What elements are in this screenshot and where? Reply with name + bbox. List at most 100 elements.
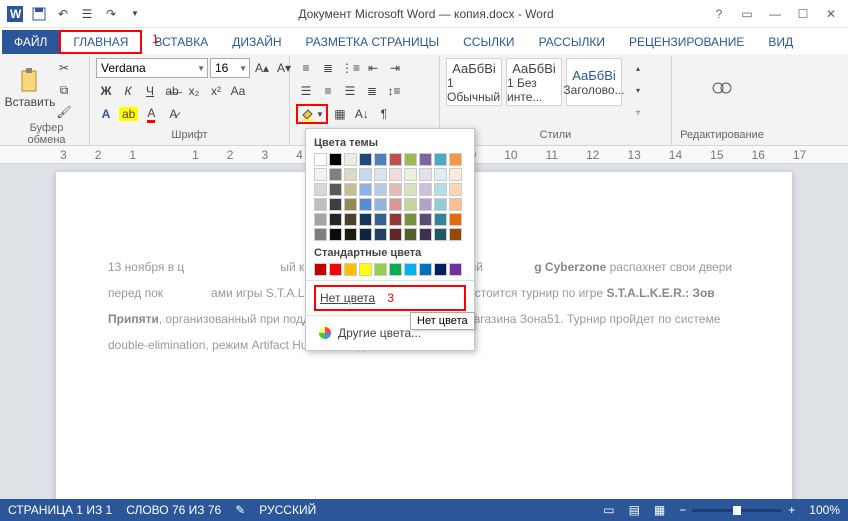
color-swatch[interactable] bbox=[434, 153, 447, 166]
tab-file[interactable]: ФАЙЛ bbox=[2, 30, 59, 54]
color-swatch[interactable] bbox=[449, 168, 462, 181]
color-swatch[interactable] bbox=[359, 168, 372, 181]
color-swatch[interactable] bbox=[419, 263, 432, 276]
copy-icon[interactable]: ⧉ bbox=[54, 80, 74, 100]
status-words[interactable]: СЛОВО 76 ИЗ 76 bbox=[126, 503, 221, 517]
color-swatch[interactable] bbox=[344, 168, 357, 181]
color-swatch[interactable] bbox=[389, 168, 402, 181]
color-swatch[interactable] bbox=[449, 153, 462, 166]
highlight-icon[interactable]: ab bbox=[118, 104, 139, 124]
help-icon[interactable]: ? bbox=[706, 4, 732, 24]
view-web-icon[interactable]: ▦ bbox=[654, 503, 665, 517]
color-swatch[interactable] bbox=[434, 213, 447, 226]
style-heading[interactable]: АаБбВіЗаголово... bbox=[566, 58, 622, 106]
shading-button[interactable]: ▼ bbox=[296, 104, 328, 124]
color-swatch[interactable] bbox=[344, 183, 357, 196]
styles-expand-icon[interactable]: ▿ bbox=[628, 102, 648, 122]
color-swatch[interactable] bbox=[419, 153, 432, 166]
font-color-icon[interactable]: A bbox=[141, 104, 161, 124]
numbering-icon[interactable]: ≣ bbox=[318, 58, 338, 78]
color-swatch[interactable] bbox=[389, 263, 402, 276]
close-icon[interactable]: ✕ bbox=[818, 4, 844, 24]
color-swatch[interactable] bbox=[404, 183, 417, 196]
touch-mode-icon[interactable]: ☰ bbox=[76, 3, 98, 25]
align-left-icon[interactable]: ☰ bbox=[296, 81, 316, 101]
color-swatch[interactable] bbox=[359, 228, 372, 241]
minimize-icon[interactable]: — bbox=[762, 4, 788, 24]
no-color-item[interactable]: Нет цвета 3 bbox=[314, 285, 466, 311]
bold-button[interactable]: Ж bbox=[96, 81, 116, 101]
color-swatch[interactable] bbox=[434, 183, 447, 196]
tab-layout[interactable]: РАЗМЕТКА СТРАНИЦЫ bbox=[294, 30, 452, 54]
color-swatch[interactable] bbox=[359, 198, 372, 211]
tab-review[interactable]: РЕЦЕНЗИРОВАНИЕ bbox=[617, 30, 756, 54]
zoom-value[interactable]: 100% bbox=[809, 503, 840, 517]
font-size-combo[interactable]: 16▼ bbox=[210, 58, 250, 78]
color-swatch[interactable] bbox=[359, 153, 372, 166]
color-swatch[interactable] bbox=[389, 198, 402, 211]
status-page[interactable]: СТРАНИЦА 1 ИЗ 1 bbox=[8, 503, 112, 517]
color-swatch[interactable] bbox=[404, 198, 417, 211]
color-swatch[interactable] bbox=[374, 153, 387, 166]
zoom-slider[interactable]: − + bbox=[679, 503, 795, 517]
italic-button[interactable]: К bbox=[118, 81, 138, 101]
color-swatch[interactable] bbox=[344, 228, 357, 241]
color-swatch[interactable] bbox=[329, 228, 342, 241]
sort-icon[interactable]: A↓ bbox=[352, 104, 372, 124]
tab-mailings[interactable]: РАССЫЛКИ bbox=[527, 30, 617, 54]
color-swatch[interactable] bbox=[389, 183, 402, 196]
save-icon[interactable] bbox=[28, 3, 50, 25]
font-family-combo[interactable]: Verdana▼ bbox=[96, 58, 208, 78]
format-painter-icon[interactable]: 🖌 bbox=[54, 102, 74, 122]
color-swatch[interactable] bbox=[374, 213, 387, 226]
color-swatch[interactable] bbox=[419, 213, 432, 226]
color-swatch[interactable] bbox=[329, 213, 342, 226]
underline-button[interactable]: Ч bbox=[140, 81, 160, 101]
color-swatch[interactable] bbox=[389, 213, 402, 226]
justify-icon[interactable]: ≣ bbox=[362, 81, 382, 101]
color-swatch[interactable] bbox=[329, 263, 342, 276]
line-spacing-icon[interactable]: ↕≡ bbox=[384, 81, 404, 101]
color-swatch[interactable] bbox=[344, 263, 357, 276]
color-swatch[interactable] bbox=[449, 213, 462, 226]
color-swatch[interactable] bbox=[359, 183, 372, 196]
style-normal[interactable]: АаБбВі1 Обычный bbox=[446, 58, 502, 106]
color-swatch[interactable] bbox=[344, 213, 357, 226]
paste-button[interactable]: Вставить bbox=[10, 58, 50, 118]
color-swatch[interactable] bbox=[359, 263, 372, 276]
show-marks-icon[interactable]: ¶ bbox=[374, 104, 394, 124]
styles-up-icon[interactable]: ▴ bbox=[628, 58, 648, 78]
color-swatch[interactable] bbox=[329, 183, 342, 196]
strikethrough-icon[interactable]: a̶b̶ bbox=[162, 81, 182, 101]
color-swatch[interactable] bbox=[419, 228, 432, 241]
color-swatch[interactable] bbox=[374, 168, 387, 181]
superscript-icon[interactable]: x² bbox=[206, 81, 226, 101]
color-swatch[interactable] bbox=[329, 168, 342, 181]
color-swatch[interactable] bbox=[404, 153, 417, 166]
grow-font-icon[interactable]: A▴ bbox=[252, 58, 272, 78]
multilevel-icon[interactable]: ⋮≡ bbox=[340, 58, 361, 78]
tab-home[interactable]: ГЛАВНАЯ bbox=[59, 30, 142, 54]
color-swatch[interactable] bbox=[344, 198, 357, 211]
borders-icon[interactable]: ▦ bbox=[330, 104, 350, 124]
change-case-icon[interactable]: Aa bbox=[228, 81, 248, 101]
status-proofing-icon[interactable]: ✎ bbox=[235, 503, 245, 517]
color-swatch[interactable] bbox=[329, 153, 342, 166]
bullets-icon[interactable]: ≡ bbox=[296, 58, 316, 78]
status-language[interactable]: РУССКИЙ bbox=[259, 503, 316, 517]
cut-icon[interactable]: ✂ bbox=[54, 58, 74, 78]
color-swatch[interactable] bbox=[359, 213, 372, 226]
color-swatch[interactable] bbox=[404, 228, 417, 241]
tab-view[interactable]: ВИД bbox=[756, 30, 805, 54]
color-swatch[interactable] bbox=[374, 263, 387, 276]
color-swatch[interactable] bbox=[404, 263, 417, 276]
color-swatch[interactable] bbox=[434, 263, 447, 276]
align-right-icon[interactable]: ☰ bbox=[340, 81, 360, 101]
color-swatch[interactable] bbox=[314, 183, 327, 196]
view-print-icon[interactable]: ▤ bbox=[629, 503, 640, 517]
color-swatch[interactable] bbox=[314, 263, 327, 276]
color-swatch[interactable] bbox=[434, 228, 447, 241]
color-swatch[interactable] bbox=[374, 198, 387, 211]
color-swatch[interactable] bbox=[434, 198, 447, 211]
color-swatch[interactable] bbox=[374, 228, 387, 241]
